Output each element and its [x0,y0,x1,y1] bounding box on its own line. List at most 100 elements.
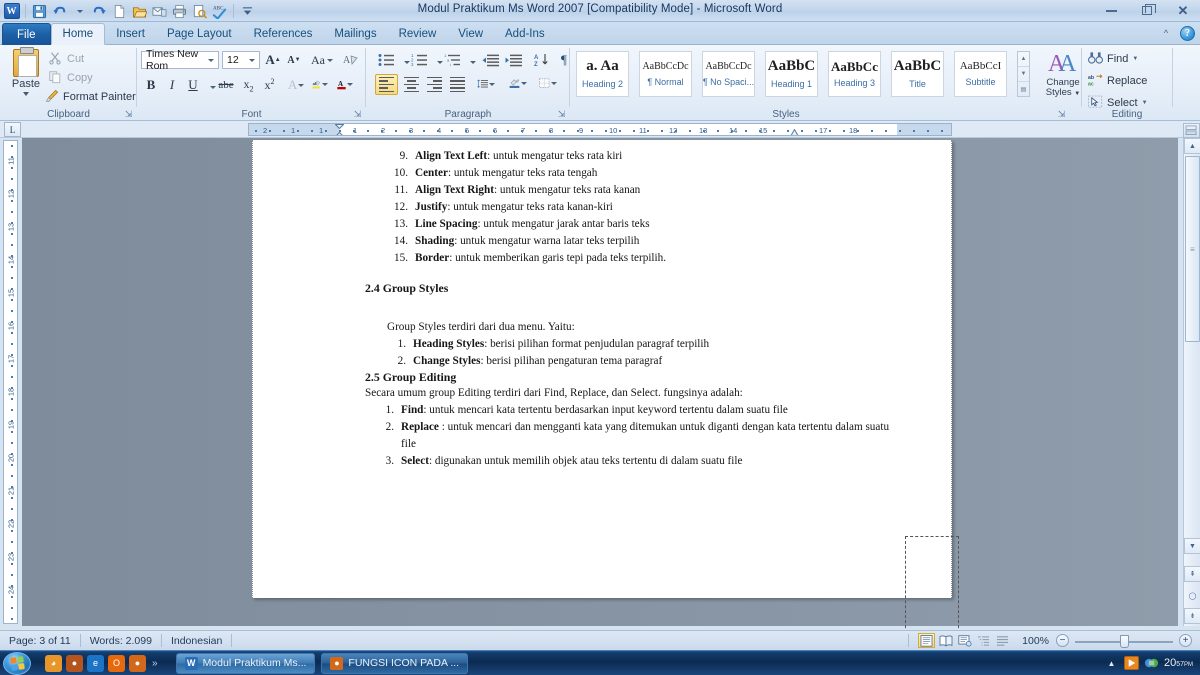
firefox-icon[interactable]: ● [129,654,146,672]
ribbon-tab-mailings[interactable]: Mailings [323,23,387,45]
ribbon-tab-review[interactable]: Review [388,23,448,45]
zoom-level[interactable]: 100% [1012,631,1056,651]
document-canvas[interactable]: 9. Align Text Left: untuk mengatur teks r… [22,138,1178,675]
print-layout-view-button[interactable] [918,633,936,648]
text-effects-button[interactable]: A [287,75,307,95]
document-text[interactable]: 9. Align Text Left: untuk mengatur teks r… [365,148,890,470]
ribbon-tab-file[interactable]: File [2,23,51,45]
increase-indent-button[interactable] [503,50,524,70]
change-case-button[interactable]: Aa [309,50,337,70]
strikethrough-button[interactable]: abe [215,75,237,95]
font-dialog-launcher[interactable]: ⇲ [352,109,363,120]
tab-stop-selector[interactable]: L [4,122,21,137]
ribbon-tab-insert[interactable]: Insert [105,23,156,45]
font-color-button[interactable]: A [336,74,356,94]
replace-button[interactable]: ab ac Replace [1088,73,1147,88]
multilevel-list-button[interactable]: 1ai [442,50,463,70]
start-button[interactable] [3,651,31,675]
cut-button[interactable]: Cut [48,51,84,66]
change-styles-button[interactable]: AA Change Styles ▼ [1040,49,1086,99]
grow-font-button[interactable]: A ▲ [263,50,283,70]
scrollbar-thumb[interactable]: ≡ [1185,156,1200,342]
style-title[interactable]: AaBbC Title [891,51,944,97]
copy-button[interactable]: Copy [48,70,93,85]
borders-button[interactable] [538,73,560,93]
ribbon-tab-home[interactable]: Home [50,23,106,45]
styles-dialog-launcher[interactable]: ⇲ [1056,109,1067,120]
ares-icon[interactable]: ◕ [45,654,62,672]
paragraph-dialog-launcher[interactable]: ⇲ [556,109,567,120]
zoom-slider[interactable] [1075,634,1173,648]
styles-gallery-scroll[interactable]: ▲ ▼ ▤ [1017,51,1030,97]
bullets-button[interactable] [376,50,397,70]
collapse-ribbon-icon[interactable]: ^ [1158,25,1174,41]
winrar-tray-icon[interactable] [1144,656,1159,671]
format-painter-button[interactable]: Format Painter [44,89,136,104]
superscript-button[interactable]: x2 [259,75,280,95]
zoom-in-button[interactable]: + [1179,634,1192,647]
taskbar-word-window[interactable]: W Modul Praktikum Ms... [175,652,316,674]
align-left-button[interactable] [375,74,398,95]
web-layout-view-button[interactable] [956,633,973,648]
find-button[interactable]: Find ▼ [1088,51,1138,66]
ruler-right-indent-marker[interactable] [790,128,799,135]
paste-dropdown-icon[interactable] [23,92,29,96]
select-button[interactable]: Select ▼ [1088,95,1148,110]
media-player-tray-icon[interactable] [1123,656,1139,671]
numbering-button[interactable]: 123 [409,50,430,70]
internet-explorer-icon[interactable]: e [87,654,104,672]
tray-expand-icon[interactable]: ▲ [1104,656,1119,671]
center-button[interactable] [400,74,423,95]
split-window-button[interactable] [1183,123,1200,138]
shrink-font-button[interactable]: A ▼ [284,50,304,70]
outline-view-button[interactable] [975,633,992,648]
style-no-spaci[interactable]: AaBbCcDc ¶ No Spaci... [702,51,755,97]
sort-button[interactable]: AZ [531,50,552,70]
align-right-button[interactable] [423,74,446,95]
firefox-alt-icon[interactable]: ● [66,654,83,672]
styles-scroll-down-icon[interactable]: ▼ [1018,67,1029,82]
help-icon[interactable]: ? [1180,25,1195,41]
ribbon-tab-page-layout[interactable]: Page Layout [156,23,243,45]
style-subtitle[interactable]: AaBbCcI Subtitle [954,51,1007,97]
text-highlight-button[interactable]: ab [311,74,331,94]
line-spacing-button[interactable] [476,74,498,94]
draft-view-button[interactable] [994,633,1011,648]
select-browse-object-button[interactable]: ◯ [1184,588,1200,604]
quick-launch-more-icon[interactable]: » [152,658,158,669]
close-button[interactable]: ✕ [1170,0,1196,20]
font-name-dropdown-icon[interactable] [208,58,214,62]
taskbar-clock[interactable]: 20 57 PM [1164,657,1193,669]
font-name-combo[interactable]: Times New Rom [141,48,219,72]
zoom-thumb[interactable] [1120,634,1129,648]
scroll-down-button[interactable]: ▼ [1184,538,1200,554]
minimize-button[interactable] [1098,0,1124,20]
shading-button[interactable] [508,73,530,93]
styles-scroll-up-icon[interactable]: ▲ [1018,52,1029,67]
document-page[interactable]: 9. Align Text Left: untuk mengatur teks r… [252,140,952,598]
italic-button[interactable]: I [162,75,182,95]
font-size-combo[interactable]: 12 [222,51,260,69]
full-screen-reading-button[interactable] [937,633,954,648]
style-heading-2[interactable]: a. Aa Heading 2 [576,51,629,97]
ribbon-tab-references[interactable]: References [243,23,324,45]
bold-button[interactable]: B [141,75,161,95]
ribbon-tab-add-ins[interactable]: Add-Ins [494,23,556,45]
language-indicator[interactable]: Indonesian [162,631,231,651]
underline-button[interactable]: U [183,75,203,95]
style-heading-1[interactable]: AaBbC Heading 1 [765,51,818,97]
scroll-up-button[interactable]: ▲ [1184,138,1200,154]
font-size-dropdown-icon[interactable] [249,58,255,62]
clear-formatting-button[interactable]: A [340,50,362,70]
restore-button[interactable] [1134,0,1160,20]
opera-icon[interactable]: O [108,654,125,672]
page-indicator[interactable]: Page: 3 of 11 [0,631,80,651]
taskbar-firefox-window[interactable]: ● FUNGSI ICON PADA ... [321,652,469,674]
horizontal-ruler[interactable]: 2111234567891011121314151718 [248,123,952,136]
ribbon-tab-view[interactable]: View [447,23,494,45]
zoom-out-button[interactable]: − [1056,634,1069,647]
styles-more-icon[interactable]: ▤ [1018,82,1029,96]
paste-button[interactable]: Paste [6,47,46,105]
vertical-ruler[interactable]: 11 12 13 14 15 16 17 18 19 20 21 22 23 24 [3,140,18,624]
justify-button[interactable] [446,74,469,95]
